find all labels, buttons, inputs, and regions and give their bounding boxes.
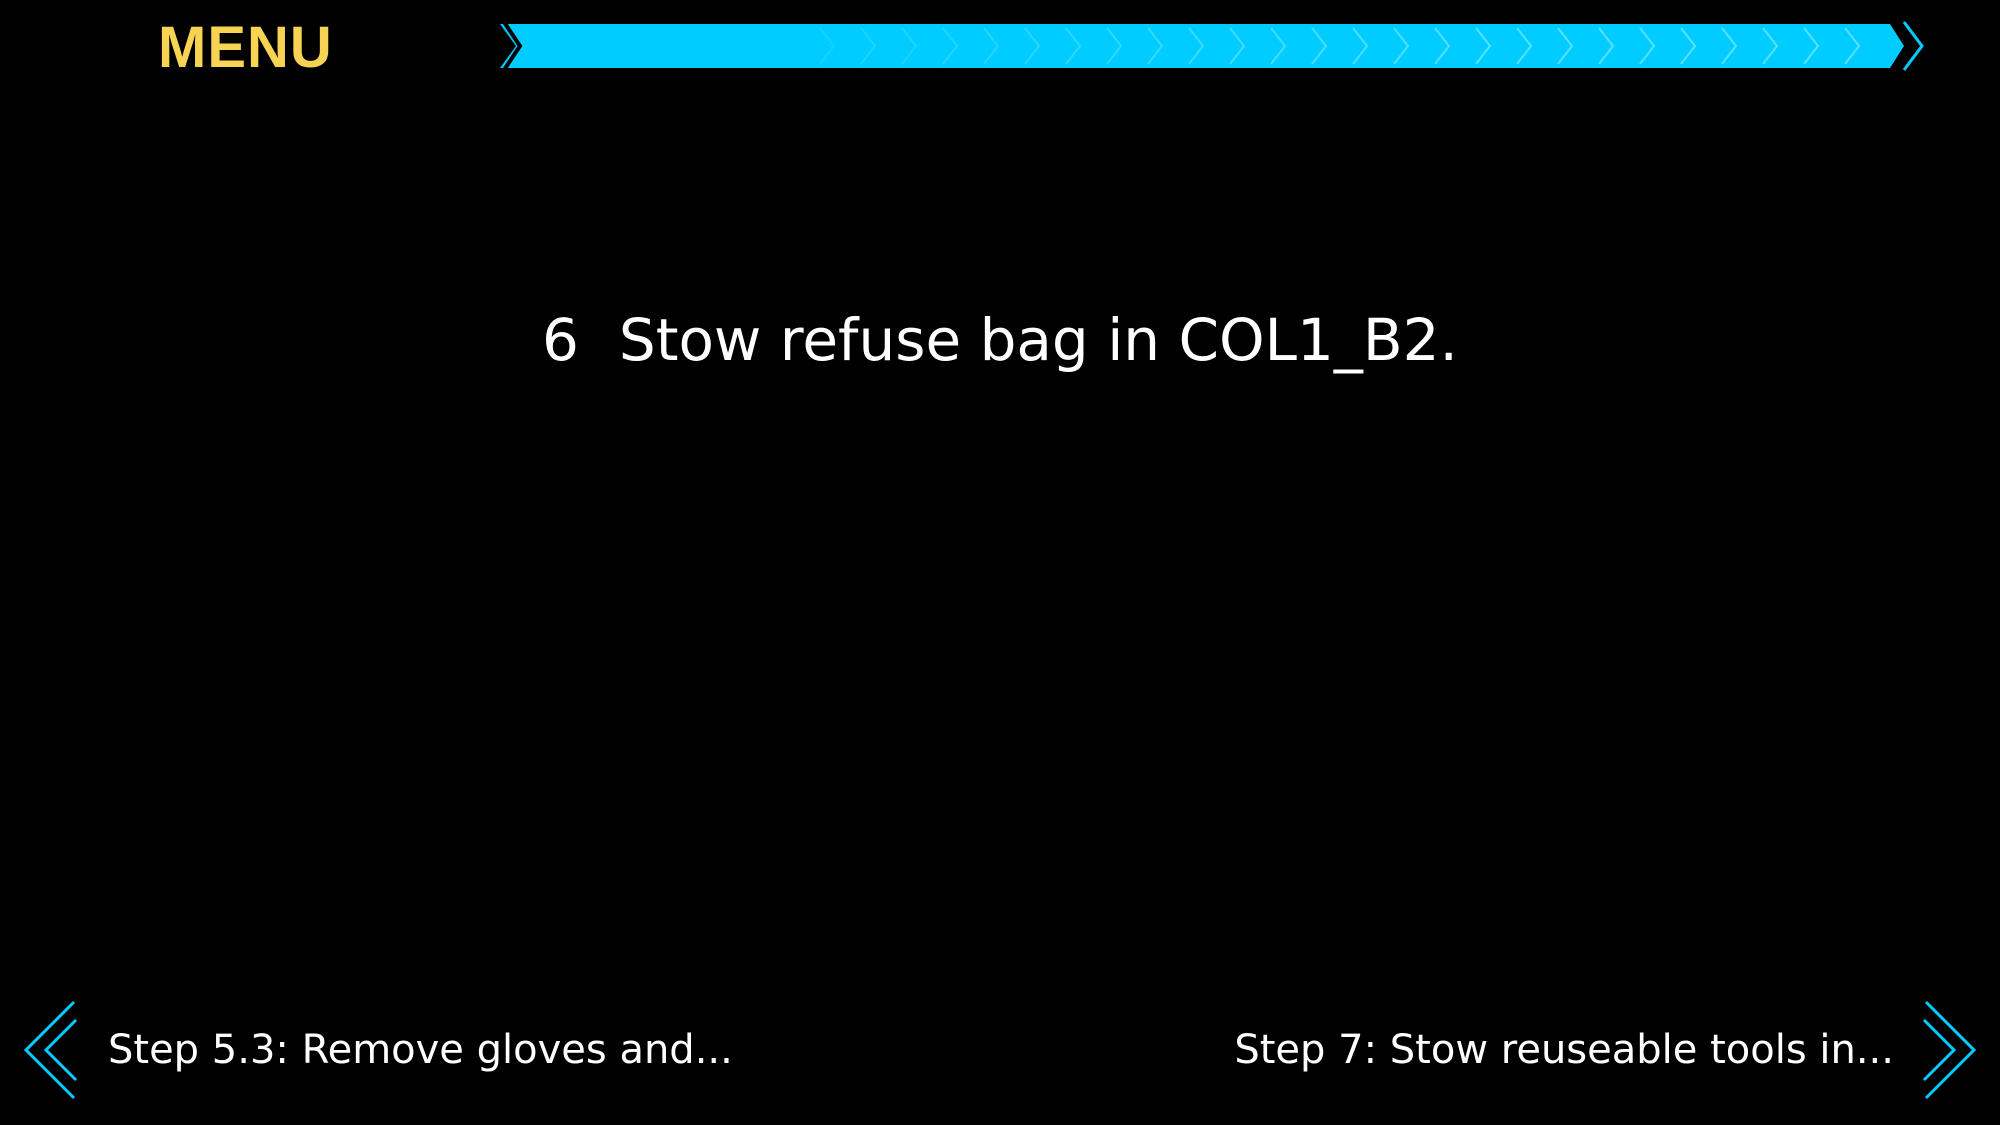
progress-end-chevron-icon: [1902, 21, 1924, 71]
menu-button[interactable]: MENU: [150, 12, 341, 84]
step-text: Stow refuse bag in COL1_B2.: [618, 306, 1458, 374]
chevron-left-icon[interactable]: [22, 998, 78, 1102]
step-number: 6: [541, 306, 579, 374]
next-step-label: Step 7: Stow reuseable tools in...: [1234, 1027, 1894, 1073]
chevron-right-icon[interactable]: [1922, 998, 1978, 1102]
progress-bar-graphic: [500, 20, 1924, 72]
current-step: 6 Stow refuse bag in COL1_B2.: [0, 295, 2000, 385]
next-step-button[interactable]: Step 7: Stow reuseable tools in...: [1234, 995, 1978, 1105]
previous-step-label: Step 5.3: Remove gloves and...: [108, 1027, 733, 1073]
previous-step-button[interactable]: Step 5.3: Remove gloves and...: [22, 995, 733, 1105]
progress-bar: [500, 20, 1930, 76]
